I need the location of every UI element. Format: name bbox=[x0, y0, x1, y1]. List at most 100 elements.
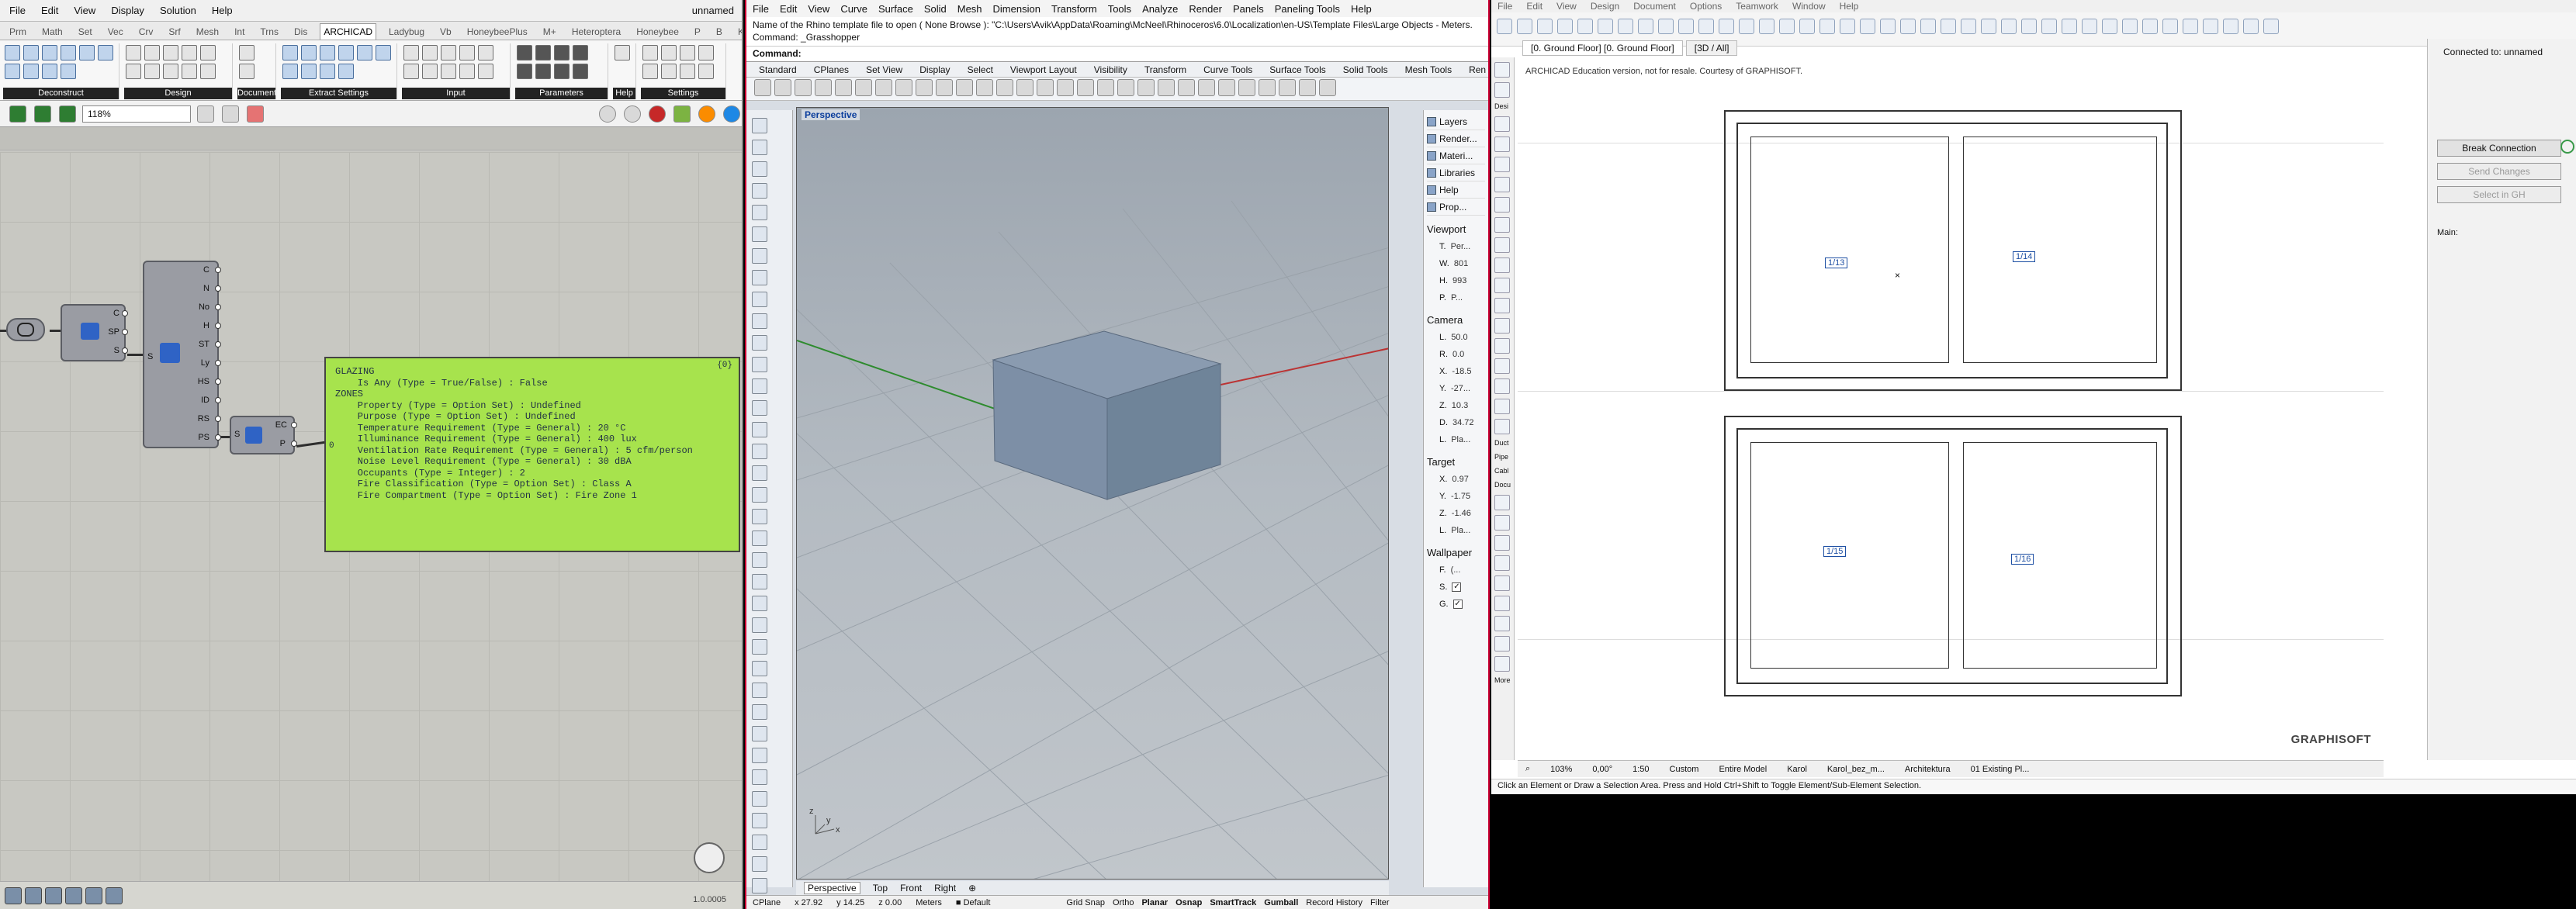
property-row[interactable]: T. Per... bbox=[1427, 238, 1485, 255]
marquee-icon[interactable] bbox=[1557, 19, 1573, 34]
viewport-tab-perspective[interactable]: Perspective bbox=[804, 882, 860, 894]
no-preview-icon[interactable] bbox=[624, 105, 641, 123]
print-icon[interactable] bbox=[815, 79, 832, 96]
viewport-tab-right[interactable]: Right bbox=[934, 883, 956, 893]
rhino-toolbar-tab[interactable]: Set View bbox=[866, 64, 902, 75]
output-port[interactable] bbox=[215, 378, 221, 385]
grid-snap-toggle[interactable]: Grid Snap bbox=[1066, 898, 1105, 907]
ac-menu-item[interactable]: View bbox=[1556, 1, 1577, 12]
gh-tab[interactable]: B bbox=[713, 24, 725, 40]
transform-icon[interactable] bbox=[752, 509, 767, 524]
undo-icon[interactable] bbox=[1497, 19, 1512, 34]
parameter-icon[interactable] bbox=[573, 45, 588, 60]
explode-icon[interactable] bbox=[752, 639, 767, 655]
zone-boundary[interactable] bbox=[1963, 137, 2157, 363]
input-icon[interactable] bbox=[441, 64, 456, 79]
plugin-icon[interactable] bbox=[65, 887, 82, 904]
gh-tab[interactable]: Trns bbox=[257, 24, 282, 40]
copy-icon[interactable] bbox=[875, 79, 892, 96]
gh-tab[interactable]: Prm bbox=[6, 24, 29, 40]
hide-icon[interactable] bbox=[1117, 79, 1134, 96]
output-port[interactable] bbox=[122, 329, 128, 335]
deconstruct-icon[interactable] bbox=[23, 45, 39, 60]
door-icon[interactable] bbox=[200, 45, 216, 60]
window-icon[interactable] bbox=[2122, 19, 2138, 34]
column-icon[interactable] bbox=[144, 45, 160, 60]
properties-icon[interactable] bbox=[1158, 79, 1175, 96]
gh-menu-view[interactable]: View bbox=[74, 5, 95, 16]
figure-tool-icon[interactable] bbox=[1494, 636, 1510, 652]
wire-display-icon[interactable] bbox=[673, 105, 691, 123]
property-row[interactable]: W. 801 bbox=[1427, 255, 1485, 272]
layer-icon[interactable] bbox=[1097, 79, 1114, 96]
floor-plan-view[interactable]: ARCHICAD Education version, not for resa… bbox=[1518, 57, 2384, 760]
save-as-icon[interactable] bbox=[59, 105, 76, 123]
mirror-icon[interactable] bbox=[752, 531, 767, 546]
line-tool-icon[interactable] bbox=[1494, 575, 1510, 591]
split-icon[interactable] bbox=[752, 596, 767, 611]
gh-menu-solution[interactable]: Solution bbox=[160, 5, 196, 16]
tab-3d-all[interactable]: [3D / All] bbox=[1685, 40, 1738, 56]
beam-tool-icon[interactable] bbox=[1494, 197, 1510, 213]
lock-icon[interactable] bbox=[1137, 79, 1155, 96]
renovation-filter[interactable]: 01 Existing Pl... bbox=[1971, 765, 2030, 774]
output-port[interactable] bbox=[215, 323, 221, 329]
section-icon[interactable] bbox=[1739, 19, 1754, 34]
property-row[interactable]: X. -18.5 bbox=[1427, 363, 1485, 380]
rhino-toolbar-tab[interactable]: Solid Tools bbox=[1343, 64, 1388, 75]
model-view-icon[interactable] bbox=[1658, 19, 1674, 34]
property-row[interactable]: H. 993 bbox=[1427, 272, 1485, 289]
zone-stamp[interactable]: 1/15 bbox=[1823, 546, 1847, 557]
perspective-viewport[interactable]: z y x Perspective bbox=[796, 107, 1389, 880]
layer-combination[interactable]: Karol_bez_m... bbox=[1827, 765, 1885, 774]
gh-tab[interactable]: Crv bbox=[136, 24, 157, 40]
spline-tool-icon[interactable] bbox=[1494, 616, 1510, 631]
zone-boundary[interactable] bbox=[1963, 442, 2157, 669]
rhino-icon[interactable] bbox=[25, 887, 42, 904]
fill-tool-icon[interactable] bbox=[1494, 555, 1510, 571]
analyze-icon[interactable] bbox=[752, 704, 767, 720]
deconstruct-icon[interactable] bbox=[61, 64, 76, 79]
gh-tab[interactable]: Ladybug bbox=[386, 24, 428, 40]
parameter-icon[interactable] bbox=[573, 64, 588, 79]
planar-toggle[interactable]: Planar bbox=[1141, 898, 1168, 907]
polyline-icon[interactable] bbox=[752, 161, 767, 177]
settings-icon[interactable] bbox=[698, 64, 714, 79]
property-row[interactable]: Z. -1.46 bbox=[1427, 505, 1485, 522]
select-icon[interactable] bbox=[752, 118, 767, 133]
current-layer[interactable]: ■ Default bbox=[956, 898, 991, 907]
undo-icon[interactable] bbox=[916, 79, 933, 96]
deconstruct-icon[interactable] bbox=[42, 45, 57, 60]
panel-tab-help[interactable]: Help bbox=[1427, 181, 1485, 199]
canvas-navigation-icon[interactable] bbox=[694, 842, 725, 873]
dimension-icon[interactable] bbox=[752, 465, 767, 481]
gh-tab[interactable]: Dis bbox=[291, 24, 310, 40]
group-icon[interactable] bbox=[1880, 19, 1896, 34]
input-icon[interactable] bbox=[422, 64, 438, 79]
zoom-extents-icon[interactable] bbox=[996, 79, 1013, 96]
teamwork-icon[interactable] bbox=[2243, 19, 2259, 34]
circle-icon[interactable] bbox=[752, 205, 767, 220]
settings-icon[interactable] bbox=[661, 64, 677, 79]
zoom-value[interactable]: 103% bbox=[1550, 765, 1572, 774]
property-row[interactable]: G. ✓ bbox=[1427, 596, 1485, 613]
polygon-icon[interactable] bbox=[752, 270, 767, 285]
ac-menu-item[interactable]: Edit bbox=[1526, 1, 1542, 12]
rhino-menu-item[interactable]: Edit bbox=[780, 3, 797, 15]
object-tool-icon[interactable] bbox=[1494, 378, 1510, 394]
filter-toggle[interactable]: Filter bbox=[1370, 898, 1389, 907]
output-port[interactable] bbox=[122, 347, 128, 354]
rhino-menu-item[interactable]: Mesh bbox=[957, 3, 982, 15]
surface-icon[interactable] bbox=[752, 335, 767, 351]
viewport-tab-front[interactable]: Front bbox=[900, 883, 922, 893]
parameter-icon[interactable] bbox=[554, 45, 570, 60]
rhino-toolbar-tab[interactable]: Display bbox=[919, 64, 950, 75]
lock-icon[interactable] bbox=[1920, 19, 1936, 34]
options-icon[interactable] bbox=[1279, 79, 1296, 96]
arc-icon[interactable] bbox=[239, 64, 254, 79]
paste-icon[interactable] bbox=[895, 79, 912, 96]
marquee-tool-icon[interactable] bbox=[1494, 82, 1510, 98]
model-view-option[interactable]: Architektura bbox=[1905, 765, 1951, 774]
rhino-menu-item[interactable]: Dimension bbox=[993, 3, 1040, 15]
pan-icon[interactable] bbox=[936, 79, 953, 96]
